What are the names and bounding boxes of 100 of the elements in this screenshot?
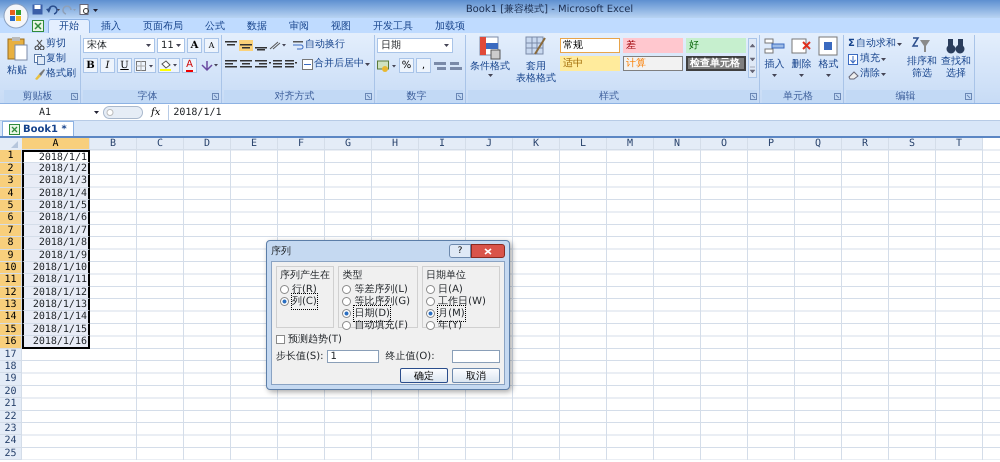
row-header[interactable]: 19 xyxy=(0,373,22,386)
cell-style[interactable]: 好 xyxy=(686,38,746,53)
column-header[interactable]: N xyxy=(654,138,701,150)
ribbon-tab[interactable]: 视图 xyxy=(320,19,362,33)
radio-option[interactable]: 日期(D) xyxy=(342,307,414,319)
name-box[interactable]: A1 xyxy=(0,104,90,120)
row-header[interactable]: 3 xyxy=(0,175,22,188)
ribbon-tab[interactable]: 插入 xyxy=(90,19,132,33)
column-header[interactable]: R xyxy=(842,138,889,150)
number-format-dropdown[interactable]: 日期 xyxy=(377,38,453,53)
table-cell[interactable]: 2018/1/10 xyxy=(22,262,90,274)
ribbon-button[interactable]: 插入 xyxy=(762,35,787,90)
insert-function-button[interactable]: fx xyxy=(147,104,164,120)
column-header[interactable]: M xyxy=(607,138,654,150)
cell-style[interactable]: 差 xyxy=(623,38,683,53)
table-cell[interactable]: 2018/1/2 xyxy=(22,162,90,176)
row-header[interactable]: 1 xyxy=(0,150,22,163)
ribbon-button[interactable]: 剪切 xyxy=(32,37,78,51)
undo-icon[interactable] xyxy=(46,4,60,14)
table-cell[interactable]: 2018/1/6 xyxy=(22,212,90,225)
table-cell[interactable]: 2018/1/13 xyxy=(22,299,90,312)
align-middle-icon[interactable] xyxy=(239,40,253,50)
table-cell[interactable]: 2018/1/11 xyxy=(22,274,90,287)
dialog-launcher-icon[interactable] xyxy=(71,93,78,100)
help-button[interactable]: ? xyxy=(449,244,471,258)
ribbon-button[interactable]: 查找和 选择 xyxy=(940,35,972,90)
column-header[interactable]: S xyxy=(889,138,936,150)
table-cell[interactable]: 2018/1/9 xyxy=(22,250,90,262)
column-header[interactable]: B xyxy=(90,138,137,150)
cancel-button[interactable]: 取消 xyxy=(452,368,500,383)
ribbon-tab[interactable]: 公式 xyxy=(194,19,236,33)
row-header[interactable]: 10 xyxy=(0,262,22,274)
shrink-font-button[interactable]: A xyxy=(204,38,219,53)
dialog-launcher-icon[interactable] xyxy=(964,93,972,100)
gallery-scroll-icon[interactable] xyxy=(748,38,757,78)
merge-center-button[interactable]: 合并后居中 xyxy=(300,57,372,71)
ribbon-button[interactable]: 格式 xyxy=(816,35,841,90)
table-cell[interactable]: 2018/1/16 xyxy=(22,336,90,349)
ribbon-tab[interactable]: 开发工具 xyxy=(362,19,424,33)
column-header[interactable]: J xyxy=(466,138,513,150)
align-center-icon[interactable] xyxy=(239,58,253,70)
column-header[interactable]: K xyxy=(513,138,560,150)
ribbon-button[interactable]: 清除 xyxy=(846,67,904,81)
row-header[interactable]: 25 xyxy=(0,448,22,460)
cell-style[interactable]: 常规 xyxy=(560,38,620,53)
table-cell[interactable]: 2018/1/15 xyxy=(22,324,90,336)
ribbon-button[interactable]: 格式刷 xyxy=(32,67,78,81)
formula-field[interactable]: 2018/1/1 xyxy=(168,104,1000,120)
row-header[interactable]: 9 xyxy=(0,250,22,262)
input-field[interactable]: 1 xyxy=(326,350,379,363)
row-header[interactable]: 17 xyxy=(0,348,22,362)
ribbon-tab[interactable]: 页面布局 xyxy=(132,19,194,33)
ribbon-tab[interactable]: 开始 xyxy=(48,19,90,33)
align-left-icon[interactable] xyxy=(224,58,238,70)
row-header[interactable]: 12 xyxy=(0,286,22,300)
ribbon-button[interactable]: 复制 xyxy=(32,52,78,66)
row-header[interactable]: 20 xyxy=(0,386,22,398)
font-size-dropdown[interactable]: 11 xyxy=(157,38,185,53)
radio-option[interactable]: 等比序列(G) xyxy=(342,295,414,307)
font-name-dropdown[interactable]: 宋体 xyxy=(83,38,155,53)
row-header[interactable]: 5 xyxy=(0,200,22,212)
ribbon-tab[interactable]: 数据 xyxy=(236,19,278,33)
row-header[interactable]: 16 xyxy=(0,336,22,349)
column-header[interactable]: D xyxy=(184,138,231,150)
dialog-launcher-icon[interactable] xyxy=(456,93,463,100)
dialog-launcher-icon[interactable] xyxy=(834,93,841,100)
align-right-icon[interactable] xyxy=(254,58,268,70)
paste-button[interactable]: 粘贴 xyxy=(4,35,30,90)
ok-button[interactable]: 确定 xyxy=(400,368,448,383)
column-header[interactable]: H xyxy=(372,138,419,150)
decrease-indent-icon[interactable] xyxy=(269,58,283,70)
percent-button[interactable]: % xyxy=(399,58,414,73)
radio-option[interactable]: 行(R) xyxy=(280,283,330,295)
row-header[interactable]: 23 xyxy=(0,422,22,436)
excel-icon[interactable] xyxy=(32,20,44,32)
italic-button[interactable]: I xyxy=(100,58,115,73)
column-header[interactable]: G xyxy=(325,138,372,150)
row-header[interactable]: 11 xyxy=(0,274,22,287)
column-header[interactable]: A xyxy=(22,138,90,150)
column-header[interactable]: O xyxy=(701,138,748,150)
dialog-launcher-icon[interactable] xyxy=(365,93,372,100)
table-cell[interactable]: 2018/1/8 xyxy=(22,237,90,250)
radio-option[interactable]: 工作日(W) xyxy=(426,295,496,307)
row-header[interactable]: 2 xyxy=(0,162,22,176)
grow-font-button[interactable]: A xyxy=(187,38,202,53)
dialog-launcher-icon[interactable] xyxy=(212,93,219,100)
radio-option[interactable]: 日(A) xyxy=(426,283,496,295)
row-header[interactable]: 18 xyxy=(0,361,22,374)
table-cell[interactable]: 2018/1/7 xyxy=(22,224,90,238)
column-header[interactable]: L xyxy=(560,138,607,150)
comma-button[interactable]: , xyxy=(416,58,431,73)
save-icon[interactable] xyxy=(32,4,43,14)
radio-option[interactable]: 列(C) xyxy=(280,295,330,307)
phonetic-icon[interactable] xyxy=(199,59,219,72)
row-header[interactable]: 22 xyxy=(0,410,22,423)
close-button[interactable] xyxy=(471,244,505,258)
checkbox-option[interactable]: 预测趋势(T) xyxy=(276,333,500,345)
row-header[interactable]: 14 xyxy=(0,311,22,324)
format-table-button[interactable]: 套用 表格格式 xyxy=(514,35,558,90)
radio-option[interactable]: 月(M) xyxy=(426,307,496,319)
